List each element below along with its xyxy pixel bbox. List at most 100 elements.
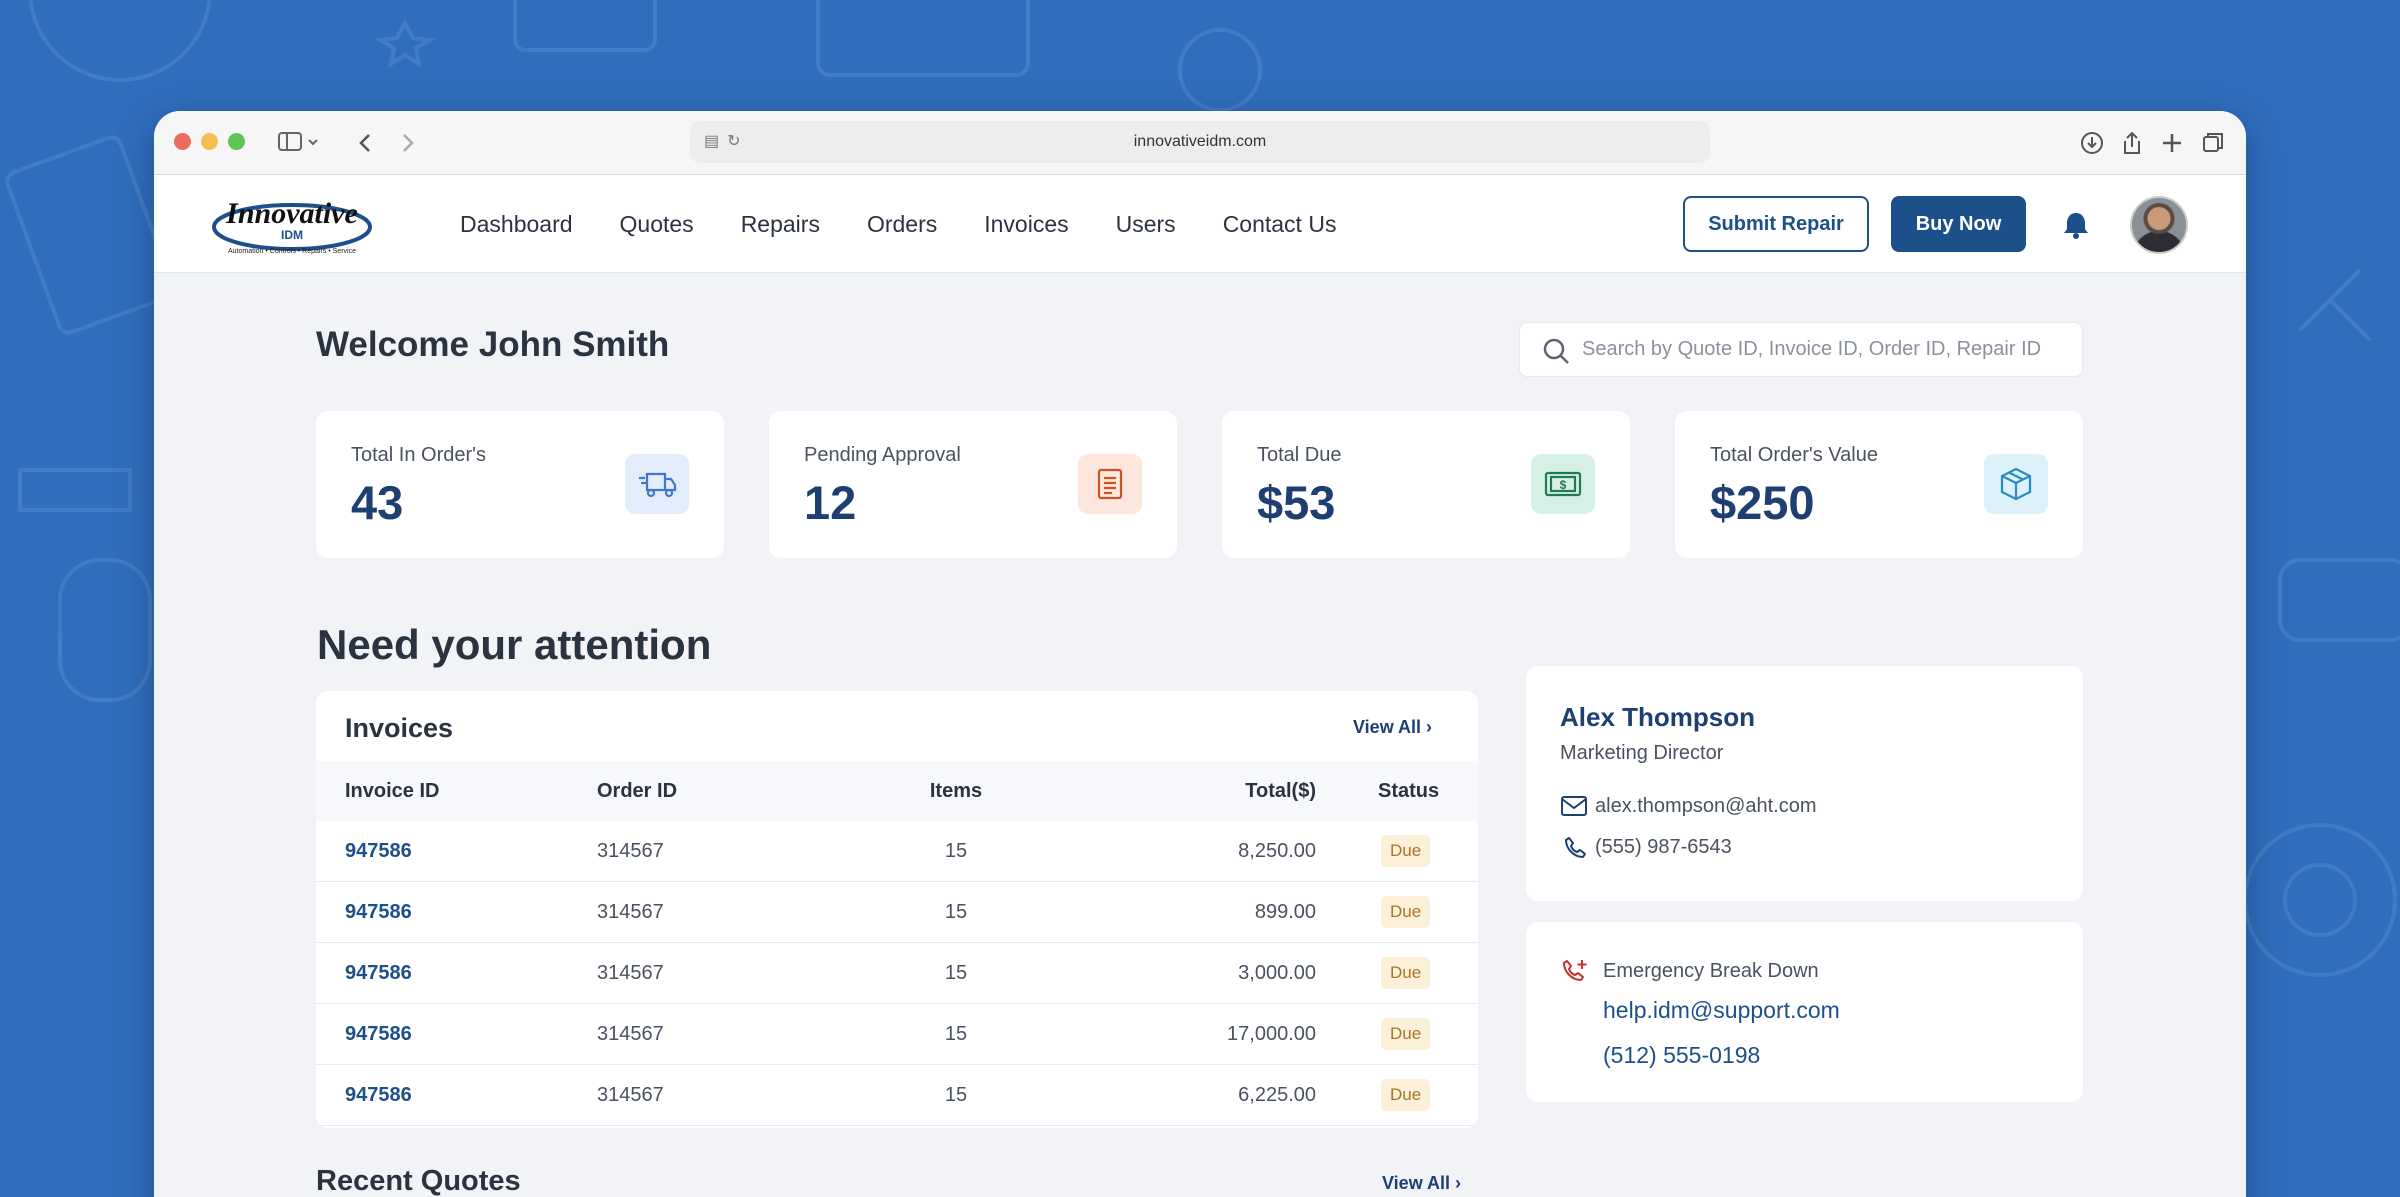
- invoices-view-all-link[interactable]: View All ›: [1353, 717, 1432, 738]
- nav-dashboard[interactable]: Dashboard: [460, 211, 573, 238]
- invoices-title: Invoices: [345, 713, 454, 743]
- nav-repairs[interactable]: Repairs: [741, 211, 820, 238]
- total-amount: 6,225.00: [1238, 1083, 1316, 1106]
- contact-phone[interactable]: (555) 987-6543: [1595, 836, 1732, 859]
- contact-role: Marketing Director: [1560, 742, 1724, 764]
- col-status: Status: [1378, 779, 1440, 802]
- nav-orders[interactable]: Orders: [867, 211, 937, 238]
- nav-contact-us[interactable]: Contact Us: [1223, 211, 1337, 238]
- invoice-id-link[interactable]: 947586: [345, 821, 412, 881]
- table-row[interactable]: 947586 314567 15 899.00 Due: [316, 882, 1478, 943]
- emergency-card: Emergency Break Down help.idm@support.co…: [1526, 922, 2083, 1102]
- sidebar-toggle-icon[interactable]: [278, 131, 322, 153]
- order-id: 314567: [597, 1083, 664, 1106]
- minimize-window-button[interactable]: [201, 133, 218, 150]
- maximize-window-button[interactable]: [228, 133, 245, 150]
- items-count: 15: [944, 961, 968, 984]
- contact-name: Alex Thompson: [1560, 702, 1756, 732]
- svg-text:$: $: [1560, 478, 1567, 492]
- stat-card-total-orders[interactable]: Total In Order's 43: [316, 411, 724, 558]
- contact-email[interactable]: alex.thompson@aht.com: [1595, 795, 1817, 818]
- table-row[interactable]: 947586 314567 15 17,000.00 Due: [316, 1004, 1478, 1065]
- url-text: innovativeidm.com: [1133, 133, 1267, 150]
- status-badge: Due: [1381, 1018, 1431, 1050]
- items-count: 15: [944, 839, 968, 862]
- search-input[interactable]: Search by Quote ID, Invoice ID, Order ID…: [1519, 322, 2083, 377]
- stat-value: $250: [1710, 476, 1815, 529]
- stat-card-total-due[interactable]: Total Due $53 $: [1222, 411, 1630, 558]
- bell-icon[interactable]: [2062, 210, 2090, 240]
- status-badge: Due: [1381, 835, 1431, 867]
- recent-quotes-heading: Recent Quotes: [316, 1165, 521, 1197]
- buy-now-button[interactable]: Buy Now: [1891, 196, 2026, 252]
- table-row[interactable]: 947586 314567 15 3,000.00 Due: [316, 943, 1478, 1004]
- browser-toolbar: ▤ ↻ innovativeidm.com: [154, 111, 2246, 175]
- nav-invoices[interactable]: Invoices: [984, 211, 1068, 238]
- view-all-label: View All: [1353, 717, 1422, 737]
- items-count: 15: [944, 1022, 968, 1045]
- stat-card-pending-approval[interactable]: Pending Approval 12: [769, 411, 1177, 558]
- svg-text:Automation • Controls • Repair: Automation • Controls • Repairs • Servic…: [228, 248, 356, 255]
- invoices-table-header: Invoice ID Order ID Items Total($) Statu…: [316, 761, 1478, 821]
- invoice-id-link[interactable]: 947586: [345, 1065, 412, 1125]
- order-id: 314567: [597, 1022, 664, 1045]
- svg-text:Innovative: Innovative: [225, 197, 358, 230]
- attention-heading: Need your attention: [317, 621, 712, 668]
- emergency-phone[interactable]: (512) 555-0198: [1603, 1042, 1760, 1069]
- chevron-right-icon: ›: [1455, 1173, 1462, 1193]
- emergency-email[interactable]: help.idm@support.com: [1603, 997, 1840, 1024]
- phone-icon: [1565, 837, 1586, 858]
- submit-repair-button[interactable]: Submit Repair: [1683, 196, 1869, 252]
- table-row[interactable]: 947586 314567 15 6,225.00 Due: [316, 1065, 1478, 1126]
- col-order-id: Order ID: [597, 779, 678, 802]
- nav-quotes[interactable]: Quotes: [620, 211, 694, 238]
- items-count: 15: [944, 900, 968, 923]
- stat-value: 43: [351, 476, 404, 529]
- browser-actions[interactable]: [2078, 129, 2228, 157]
- emergency-phone-icon: [1563, 960, 1587, 981]
- order-id: 314567: [597, 839, 664, 862]
- total-amount: 17,000.00: [1227, 1022, 1316, 1045]
- cash-icon: $: [1531, 454, 1595, 514]
- stat-label: Total Due: [1257, 444, 1342, 466]
- invoices-panel: Invoices View All › Invoice ID Order ID …: [316, 691, 1478, 1128]
- box-icon: [1984, 454, 2048, 514]
- total-amount: 899.00: [1254, 900, 1316, 923]
- account-manager-card: Alex Thompson Marketing Director alex.th…: [1526, 666, 2083, 901]
- user-avatar[interactable]: [2130, 196, 2188, 254]
- status-badge: Due: [1381, 896, 1431, 928]
- emergency-label: Emergency Break Down: [1603, 960, 1819, 982]
- close-window-button[interactable]: [174, 133, 191, 150]
- order-id: 314567: [597, 900, 664, 923]
- back-forward-icons[interactable]: [352, 129, 424, 157]
- invoice-id-link[interactable]: 947586: [345, 943, 412, 1003]
- truck-icon: [625, 454, 689, 514]
- status-badge: Due: [1381, 1079, 1431, 1111]
- browser-window: ▤ ↻ innovativeidm.com Innovative IDM Aut…: [154, 111, 2246, 1197]
- search-placeholder: Search by Quote ID, Invoice ID, Order ID…: [1582, 338, 2042, 360]
- items-count: 15: [944, 1083, 968, 1106]
- nav-users[interactable]: Users: [1116, 211, 1176, 238]
- col-invoice-id: Invoice ID: [345, 779, 440, 802]
- col-total: Total($): [1245, 779, 1316, 802]
- reader-icon[interactable]: ▤: [704, 131, 719, 151]
- svg-text:IDM: IDM: [281, 228, 303, 242]
- quotes-view-all-link[interactable]: View All ›: [1382, 1173, 1461, 1194]
- invoice-id-link[interactable]: 947586: [345, 1004, 412, 1064]
- status-badge: Due: [1381, 957, 1431, 989]
- total-amount: 3,000.00: [1238, 961, 1316, 984]
- search-icon: [1543, 338, 1569, 364]
- view-all-label: View All: [1382, 1173, 1451, 1193]
- top-navigation: Innovative IDM Automation • Controls • R…: [154, 175, 2246, 273]
- stat-label: Pending Approval: [804, 444, 961, 466]
- invoice-id-link[interactable]: 947586: [345, 882, 412, 942]
- stat-card-total-order-value[interactable]: Total Order's Value $250: [1675, 411, 2083, 558]
- stat-label: Total Order's Value: [1710, 444, 1878, 466]
- innovative-idm-logo[interactable]: Innovative IDM Automation • Controls • R…: [212, 193, 372, 257]
- address-bar[interactable]: ▤ ↻ innovativeidm.com: [690, 121, 1710, 163]
- order-id: 314567: [597, 961, 664, 984]
- document-icon: [1078, 454, 1142, 514]
- col-items: Items: [929, 779, 983, 802]
- table-row[interactable]: 947586 314567 15 8,250.00 Due: [316, 821, 1478, 882]
- reload-icon[interactable]: ↻: [727, 131, 740, 151]
